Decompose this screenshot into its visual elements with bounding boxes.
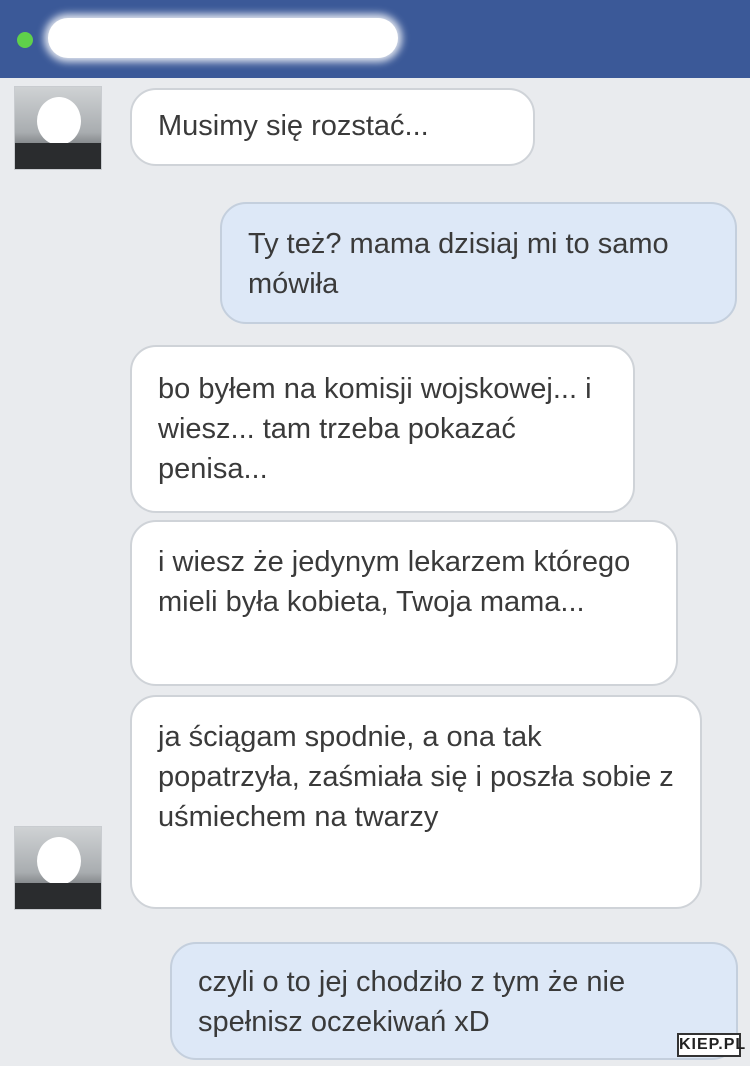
message-bubble-outgoing[interactable]: Ty też? mama dzisiaj mi to samo mówiła — [220, 202, 737, 324]
message-text: ja ściągam spodnie, a ona tak popatrzyła… — [158, 721, 674, 833]
contact-name-redacted — [48, 18, 398, 58]
message-text: Ty też? mama dzisiaj mi to samo mówiła — [248, 228, 669, 300]
online-status-icon — [17, 32, 33, 48]
message-bubble-incoming[interactable]: Musimy się rozstać... — [130, 88, 535, 166]
avatar-face-redacted — [37, 97, 81, 145]
message-bubble-incoming[interactable]: ja ściągam spodnie, a ona tak popatrzyła… — [130, 695, 702, 909]
message-bubble-incoming[interactable]: i wiesz że jedynym lekarzem którego miel… — [130, 520, 678, 686]
site-watermark: KIEP.PL — [677, 1033, 745, 1057]
message-text: Musimy się rozstać... — [158, 110, 429, 142]
message-text: i wiesz że jedynym lekarzem którego miel… — [158, 546, 631, 618]
message-text: bo byłem na komisji wojskowej... i wiesz… — [158, 373, 592, 485]
message-bubble-outgoing[interactable]: czyli o to jej chodziło z tym że nie spe… — [170, 942, 738, 1060]
avatar-face-redacted — [37, 837, 81, 885]
contact-avatar[interactable] — [14, 86, 102, 170]
message-text: czyli o to jej chodziło z tym że nie spe… — [198, 966, 626, 1038]
message-bubble-incoming[interactable]: bo byłem na komisji wojskowej... i wiesz… — [130, 345, 635, 513]
chat-header — [0, 0, 750, 78]
contact-avatar[interactable] — [14, 826, 102, 910]
